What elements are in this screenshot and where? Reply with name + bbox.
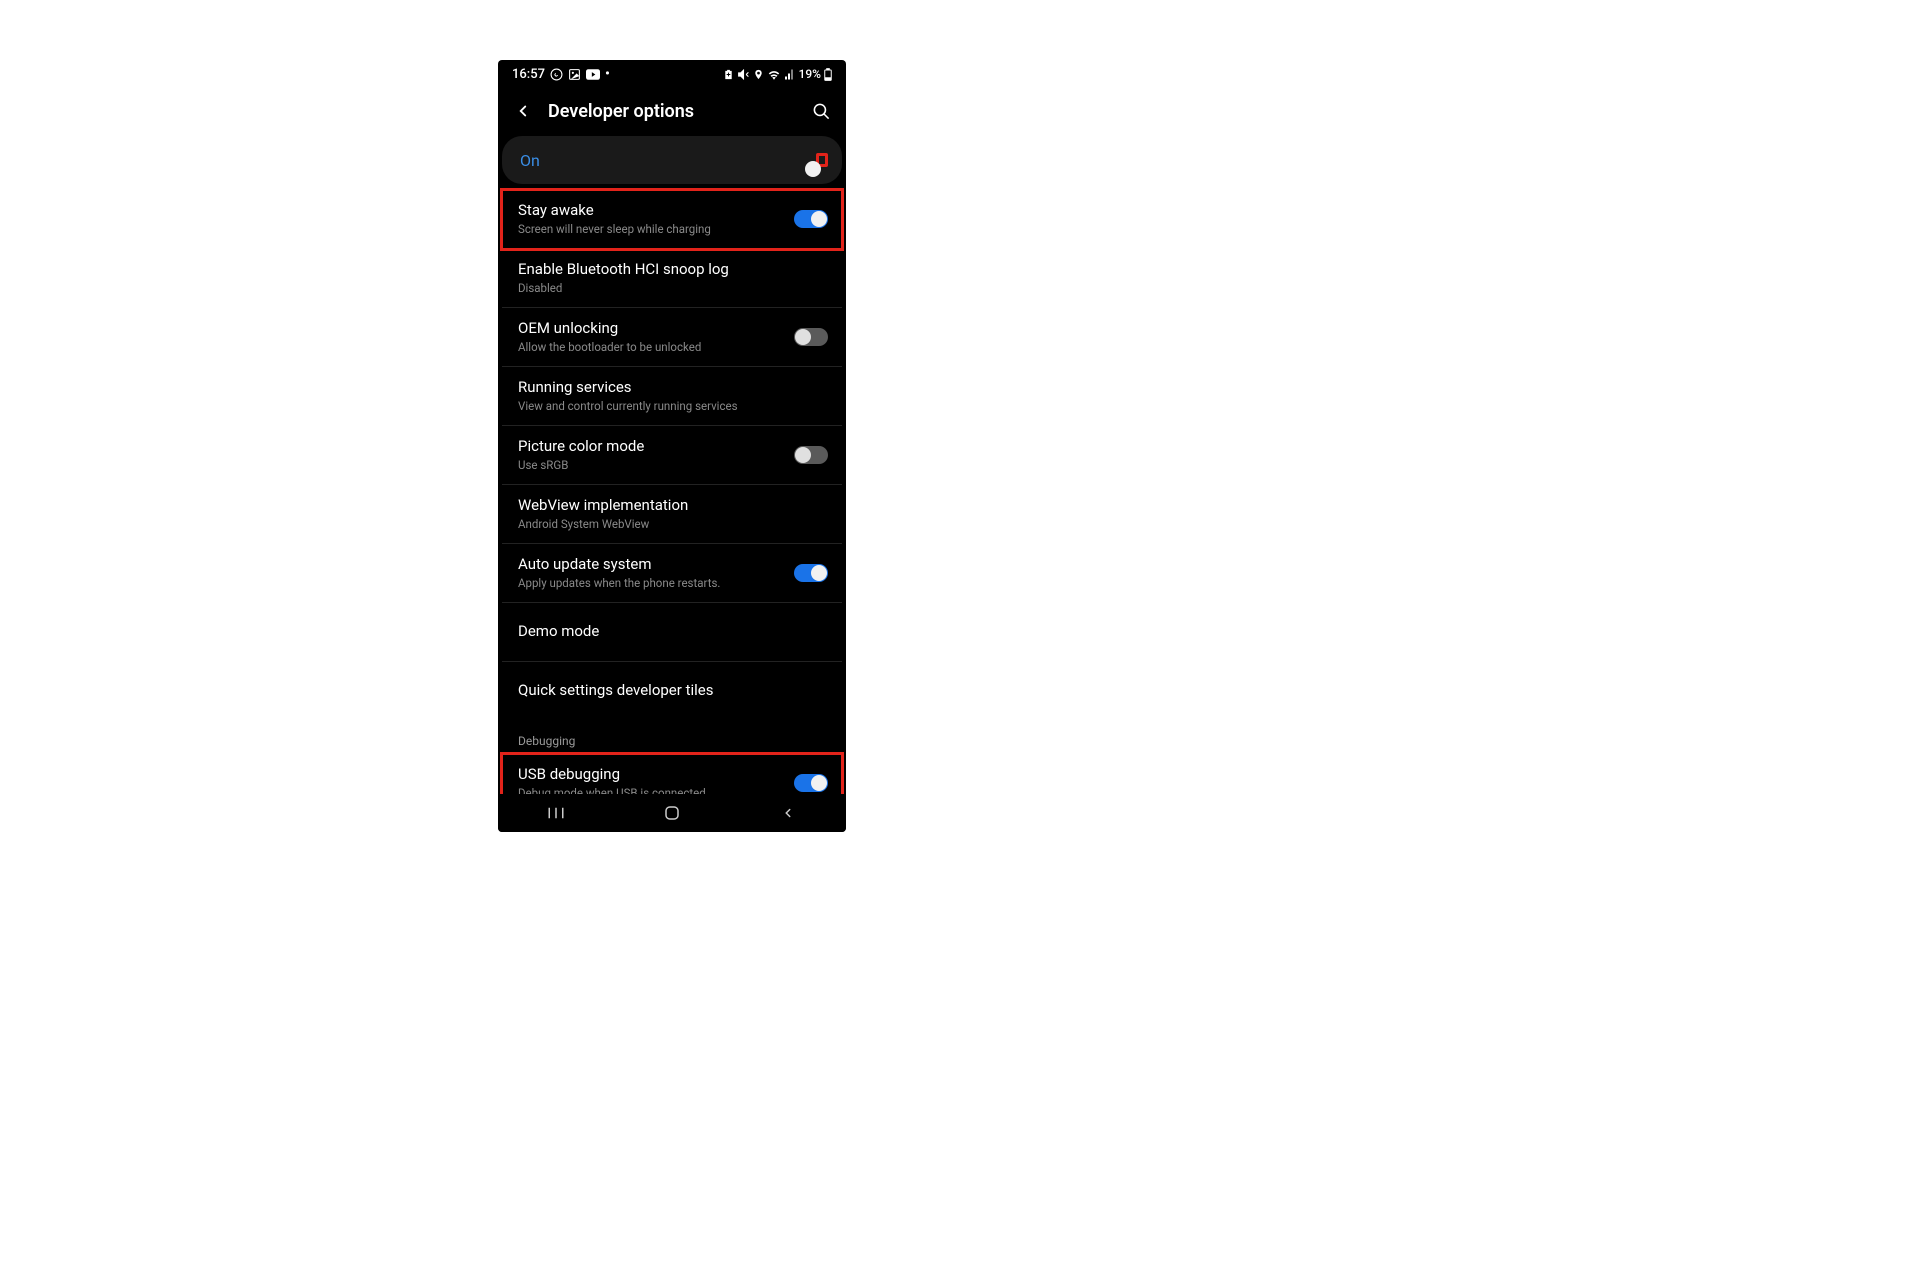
image-icon <box>568 68 581 81</box>
navigation-bar <box>498 794 846 832</box>
row-title: Quick settings developer tiles <box>518 681 828 701</box>
toggle-usb-debugging[interactable] <box>794 774 828 792</box>
search-button[interactable] <box>810 100 832 122</box>
row-demo-mode[interactable]: Demo mode <box>502 603 842 662</box>
app-header: Developer options <box>498 88 846 134</box>
row-picture-color[interactable]: Picture color mode Use sRGB <box>502 426 842 485</box>
toggle-auto-update[interactable] <box>794 564 828 582</box>
recents-button[interactable] <box>545 802 567 824</box>
row-subtitle: Android System WebView <box>518 517 828 532</box>
location-icon <box>753 68 764 81</box>
row-title: Running services <box>518 378 828 398</box>
row-title: Stay awake <box>518 201 794 221</box>
row-stay-awake[interactable]: Stay awake Screen will never sleep while… <box>502 190 842 249</box>
row-title: USB debugging <box>518 765 794 785</box>
row-subtitle: View and control currently running servi… <box>518 399 828 414</box>
row-bt-hci[interactable]: Enable Bluetooth HCI snoop log Disabled <box>502 249 842 308</box>
row-running-services[interactable]: Running services View and control curren… <box>502 367 842 426</box>
toggle-stay-awake[interactable] <box>794 210 828 228</box>
row-title: Enable Bluetooth HCI snoop log <box>518 260 828 280</box>
home-button[interactable] <box>661 802 683 824</box>
row-auto-update[interactable]: Auto update system Apply updates when th… <box>502 544 842 603</box>
mute-icon <box>737 68 750 81</box>
row-title: WebView implementation <box>518 496 828 516</box>
back-button[interactable] <box>512 100 534 122</box>
row-webview[interactable]: WebView implementation Android System We… <box>502 485 842 544</box>
row-subtitle: Use sRGB <box>518 458 794 473</box>
master-toggle-label: On <box>520 151 540 170</box>
master-toggle-row[interactable]: On <box>502 136 842 184</box>
settings-list: Stay awake Screen will never sleep while… <box>498 190 846 812</box>
status-left: 16:57 • <box>512 67 610 82</box>
youtube-icon <box>586 69 600 80</box>
signal-icon <box>784 69 796 80</box>
page-title: Developer options <box>548 101 796 122</box>
wifi-icon <box>767 69 781 80</box>
battery-saver-icon <box>723 68 734 81</box>
battery-percent: 19% <box>799 67 821 81</box>
row-title: OEM unlocking <box>518 319 794 339</box>
row-title: Demo mode <box>518 622 828 642</box>
status-right: 19% <box>723 67 832 81</box>
row-oem-unlock[interactable]: OEM unlocking Allow the bootloader to be… <box>502 308 842 367</box>
row-title: Picture color mode <box>518 437 794 457</box>
back-nav-button[interactable] <box>777 802 799 824</box>
battery-icon <box>824 68 832 81</box>
phone-frame: 16:57 • 19% Developer options On <box>498 60 846 832</box>
toggle-oem-unlock[interactable] <box>794 328 828 346</box>
row-title: Auto update system <box>518 555 794 575</box>
toggle-picture-color[interactable] <box>794 446 828 464</box>
row-subtitle: Disabled <box>518 281 828 296</box>
more-icon: • <box>605 67 610 81</box>
highlight-box <box>816 153 828 167</box>
status-time: 16:57 <box>512 67 545 82</box>
row-subtitle: Allow the bootloader to be unlocked <box>518 340 794 355</box>
whatsapp-icon <box>550 68 563 81</box>
status-bar: 16:57 • 19% <box>498 60 846 88</box>
row-subtitle: Apply updates when the phone restarts. <box>518 576 794 591</box>
section-debugging: Debugging <box>502 720 842 754</box>
row-subtitle: Screen will never sleep while charging <box>518 222 794 237</box>
row-quick-tiles[interactable]: Quick settings developer tiles <box>502 662 842 720</box>
